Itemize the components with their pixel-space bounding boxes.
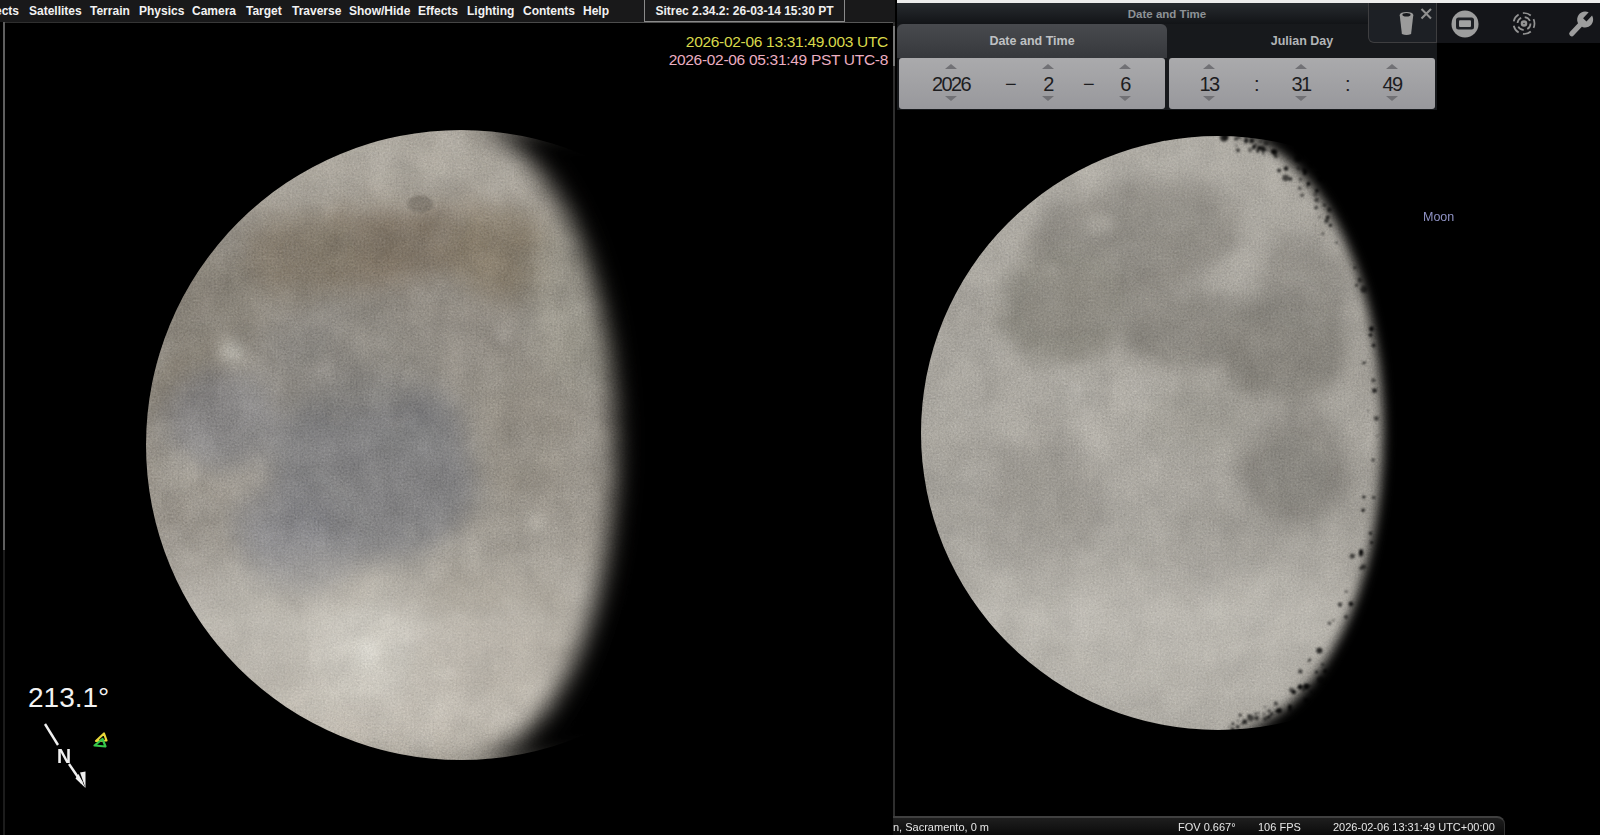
svg-text:N: N (57, 745, 71, 767)
